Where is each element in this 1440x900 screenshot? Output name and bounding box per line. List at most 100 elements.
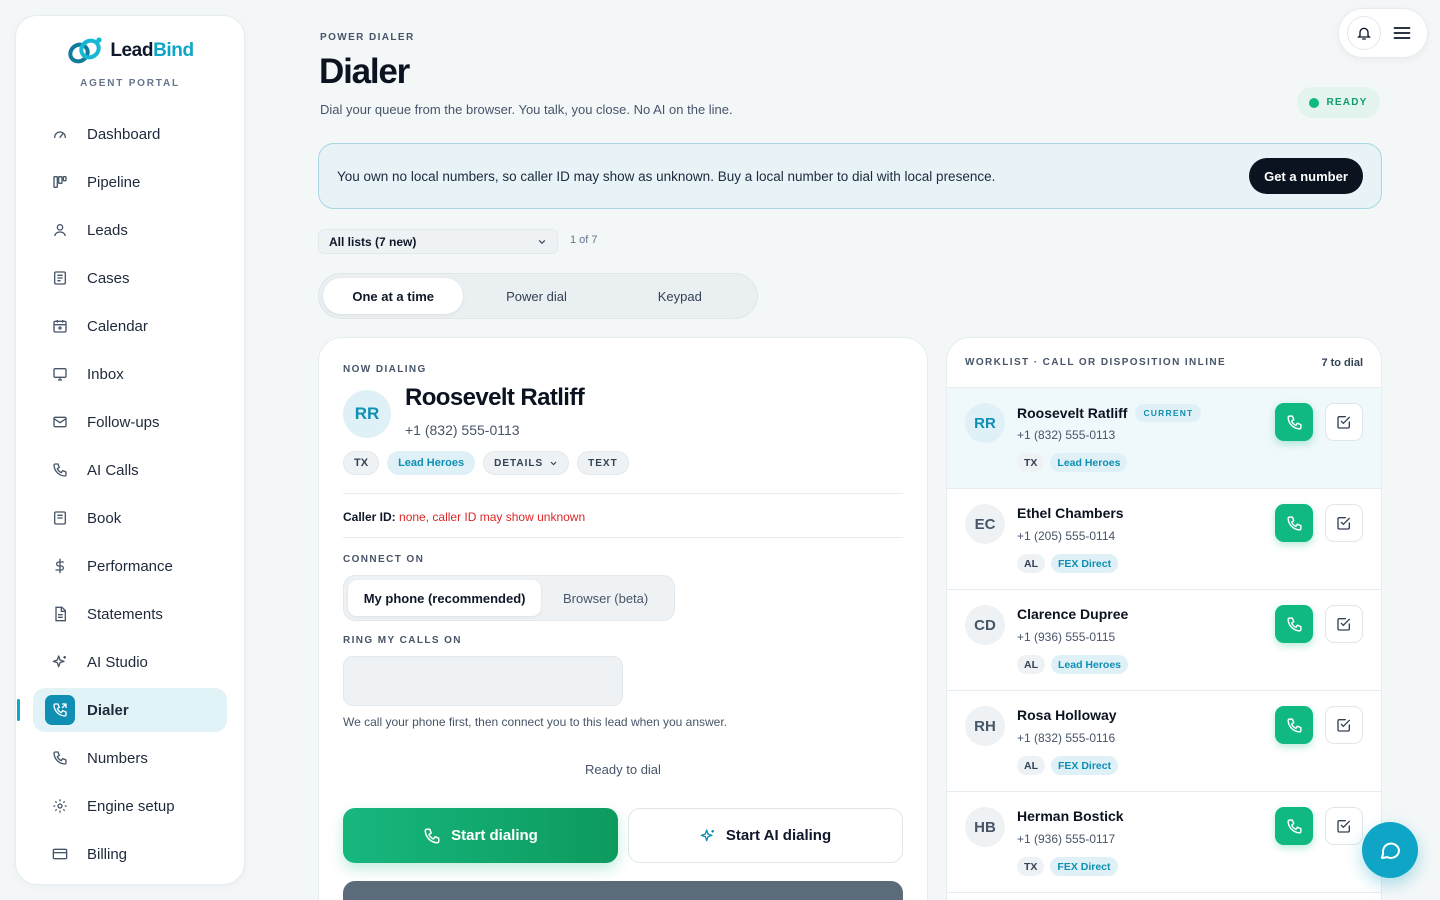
list-select[interactable]: All lists (7 new) xyxy=(318,229,558,254)
sidebar-item-label: AI Studio xyxy=(87,653,148,671)
sidebar-item-label: Billing xyxy=(87,845,128,863)
phone-forward-icon xyxy=(45,695,75,725)
brand-subtitle: AGENT PORTAL xyxy=(80,78,180,89)
secondary-action-button[interactable] xyxy=(343,881,903,900)
disposition-button[interactable] xyxy=(1325,605,1363,643)
chat-button[interactable] xyxy=(1362,822,1418,878)
credit-card-icon xyxy=(51,845,69,863)
connect-my-phone-option[interactable]: My phone (recommended) xyxy=(348,580,542,616)
contact-name: Clarence Dupree xyxy=(1017,606,1128,622)
checkbox-icon xyxy=(1336,818,1352,834)
disposition-button[interactable] xyxy=(1325,807,1363,845)
file-icon xyxy=(51,605,69,623)
list-item[interactable]: RH Rosa Holloway +1 (832) 555-0116 AL FE… xyxy=(947,691,1381,792)
sidebar-item-calendar[interactable]: Calendar xyxy=(33,304,227,348)
contact-phone: +1 (832) 555-0113 xyxy=(1017,428,1116,442)
contact-phone: +1 (936) 555-0115 xyxy=(1017,630,1116,644)
sidebar-item-cases[interactable]: Cases xyxy=(33,256,227,300)
get-number-button[interactable]: Get a number xyxy=(1249,158,1363,194)
connect-on-label: CONNECT ON xyxy=(343,554,425,565)
worklist-header: WORKLIST · CALL OR DISPOSITION INLINE 7 … xyxy=(947,338,1381,388)
sidebar-item-label: Follow-ups xyxy=(87,413,160,431)
sidebar-item-statements[interactable]: Statements xyxy=(33,592,227,636)
sidebar-item-label: Pipeline xyxy=(87,173,141,191)
sidebar-item-label: Dashboard xyxy=(87,125,161,143)
list-item[interactable]: CD Clarence Dupree +1 (936) 555-0115 AL … xyxy=(947,590,1381,691)
sidebar-item-numbers[interactable]: Numbers xyxy=(33,736,227,780)
start-ai-dialing-button[interactable]: Start AI dialing xyxy=(628,808,903,863)
sidebar-item-dashboard[interactable]: Dashboard xyxy=(33,112,227,156)
notifications-button[interactable] xyxy=(1347,16,1381,50)
sidebar-item-label: Dialer xyxy=(87,701,129,719)
sidebar-item-engine-setup[interactable]: Engine setup xyxy=(33,784,227,828)
sidebar-item-label: Engine setup xyxy=(87,797,175,815)
sidebar-item-book[interactable]: Book xyxy=(33,496,227,540)
sidebar-item-inbox[interactable]: Inbox xyxy=(33,352,227,396)
connect-on-toggle: My phone (recommended) Browser (beta) xyxy=(343,575,675,621)
sidebar-item-label: Performance xyxy=(87,557,173,575)
sidebar-item-label: Calendar xyxy=(87,317,148,335)
ring-phone-input[interactable] xyxy=(343,656,623,706)
contact-name: Roosevelt Ratliff CURRENT xyxy=(1017,404,1202,422)
text-button[interactable]: TEXT xyxy=(577,451,629,475)
contact-name-text: Rosa Holloway xyxy=(1017,707,1117,723)
start-dialing-button[interactable]: Start dialing xyxy=(343,808,618,863)
disposition-button[interactable] xyxy=(1325,403,1363,441)
status-dot-icon xyxy=(1309,97,1320,108)
call-button[interactable] xyxy=(1275,605,1313,643)
call-button[interactable] xyxy=(1275,807,1313,845)
lead-phone: +1 (832) 555-0113 xyxy=(405,422,520,438)
call-button[interactable] xyxy=(1275,706,1313,744)
call-button[interactable] xyxy=(1275,403,1313,441)
worklist-count: 7 to dial xyxy=(1321,356,1363,369)
lead-name: Roosevelt Ratliff xyxy=(405,384,585,411)
state-tag: TX xyxy=(1017,453,1045,472)
dollar-icon xyxy=(51,557,69,575)
contact-tags: TX FEX Direct xyxy=(1017,857,1118,876)
details-button[interactable]: DETAILS xyxy=(483,451,570,475)
bell-icon xyxy=(1356,25,1372,41)
divider xyxy=(343,537,903,538)
sidebar-item-billing[interactable]: Billing xyxy=(33,832,227,876)
sidebar-item-dialer[interactable]: Dialer xyxy=(17,688,227,732)
disposition-button[interactable] xyxy=(1325,706,1363,744)
sidebar-item-performance[interactable]: Performance xyxy=(33,544,227,588)
sidebar-item-ai-calls[interactable]: AI Calls xyxy=(33,448,227,492)
checkbox-icon xyxy=(1336,515,1352,531)
list-item[interactable]: HB Herman Bostick +1 (936) 555-0117 TX F… xyxy=(947,792,1381,893)
call-button[interactable] xyxy=(1275,504,1313,542)
tab-one-at-a-time[interactable]: One at a time xyxy=(323,278,464,314)
sidebar-item-label: AI Calls xyxy=(87,461,139,479)
current-badge: CURRENT xyxy=(1135,404,1202,422)
divider xyxy=(343,493,903,494)
sidebar-item-pipeline[interactable]: Pipeline xyxy=(33,160,227,204)
contact-tags: AL Lead Heroes xyxy=(1017,655,1129,674)
sidebar-item-ai-studio[interactable]: AI Studio xyxy=(33,640,227,684)
tab-power-dial[interactable]: Power dial xyxy=(466,278,606,314)
brand-name: LeadBind xyxy=(110,40,194,61)
source-tag: Lead Heroes xyxy=(387,451,476,475)
disposition-button[interactable] xyxy=(1325,504,1363,542)
sidebar-item-leads[interactable]: Leads xyxy=(33,208,227,252)
kanban-icon xyxy=(51,173,69,191)
connect-browser-option[interactable]: Browser (beta) xyxy=(541,580,670,616)
avatar: RR xyxy=(965,403,1005,443)
gauge-icon xyxy=(51,125,69,143)
list-item[interactable]: RR Roosevelt Ratliff CURRENT +1 (832) 55… xyxy=(947,388,1381,489)
phone-icon xyxy=(51,461,69,479)
phone-icon xyxy=(1286,818,1303,835)
sidebar-item-follow-ups[interactable]: Follow-ups xyxy=(33,400,227,444)
page-subtitle: Dial your queue from the browser. You ta… xyxy=(320,102,733,117)
now-dialing-card: NOW DIALING RR Roosevelt Ratliff +1 (832… xyxy=(318,337,928,900)
document-icon xyxy=(51,269,69,287)
status-label: READY xyxy=(1326,97,1368,108)
list-select-value: All lists (7 new) xyxy=(329,234,417,249)
contact-tags: AL FEX Direct xyxy=(1017,554,1119,573)
brand-logo[interactable]: LeadBind xyxy=(16,36,244,66)
brand: LeadBind AGENT PORTAL xyxy=(16,36,244,89)
list-item[interactable]: EC Ethel Chambers +1 (205) 555-0114 AL F… xyxy=(947,489,1381,590)
tab-keypad[interactable]: Keypad xyxy=(610,278,750,314)
menu-button[interactable] xyxy=(1385,16,1419,50)
ring-helper-text: We call your phone first, then connect y… xyxy=(343,715,727,729)
avatar: EC xyxy=(965,504,1005,544)
